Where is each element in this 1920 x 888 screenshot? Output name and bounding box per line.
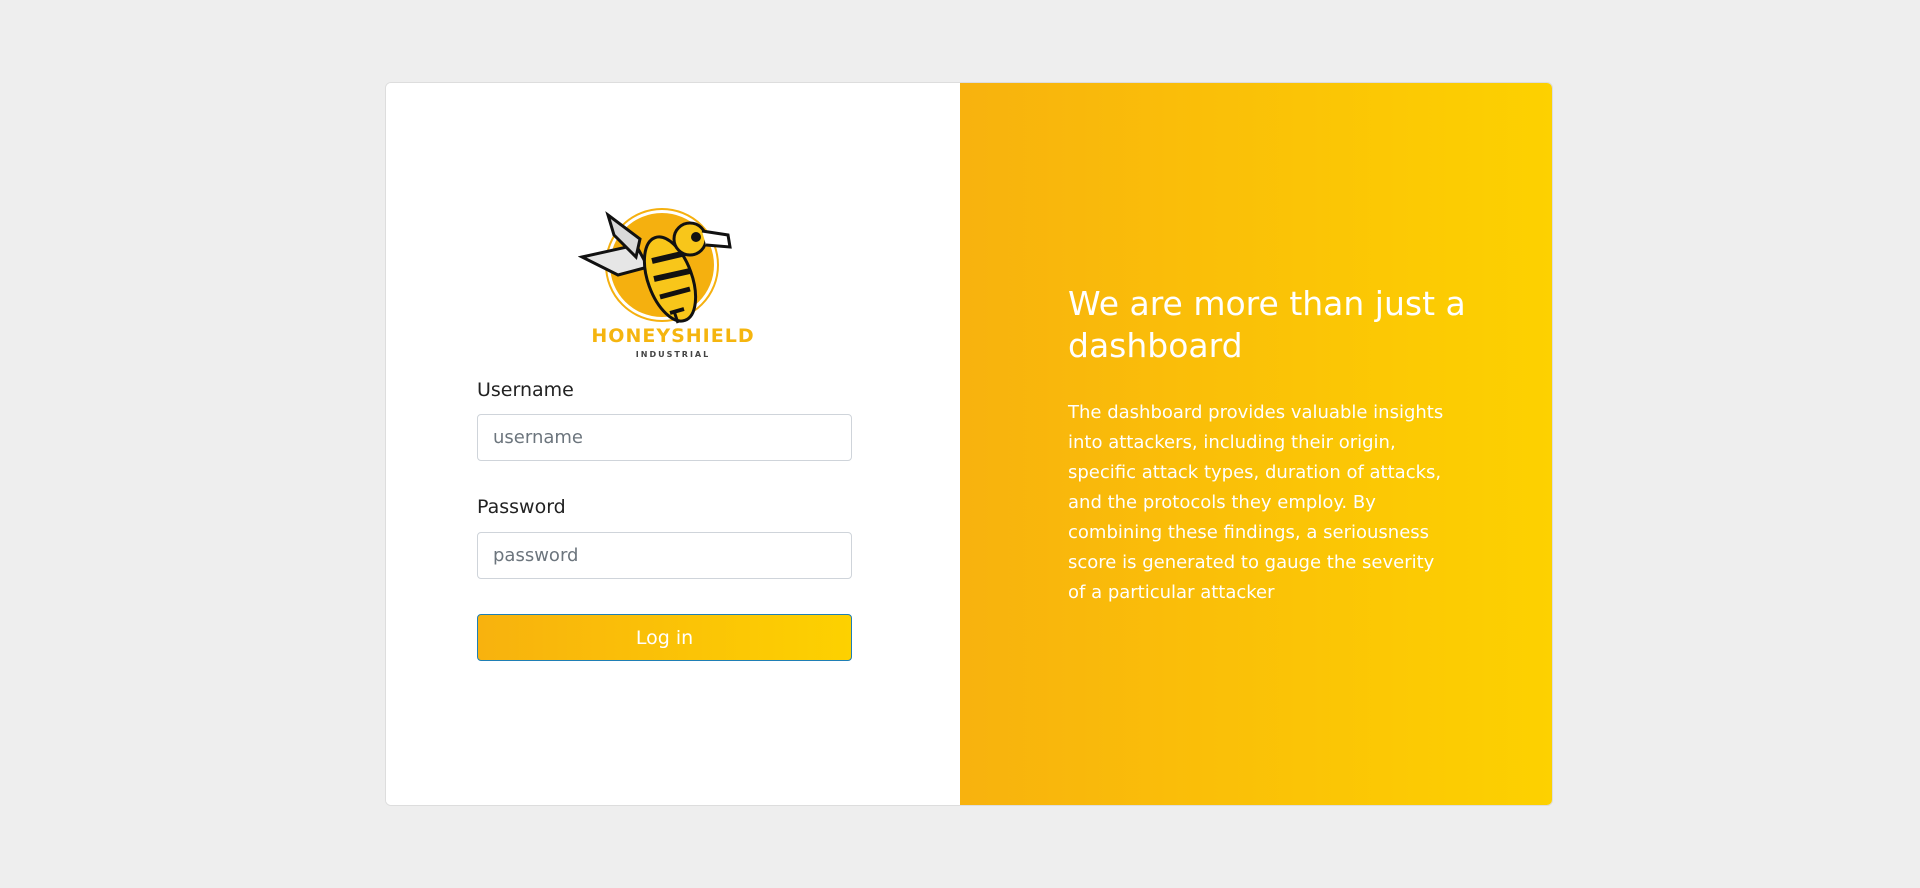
brand-subtitle: INDUSTRIAL xyxy=(635,350,711,359)
login-button[interactable]: Log in xyxy=(477,614,852,661)
promo-body: The dashboard provides valuable insights… xyxy=(1068,402,1444,603)
brand-name: HONEYSHIELD xyxy=(591,325,755,347)
promo-headline: We are more than just a dashboard xyxy=(1068,284,1466,365)
login-panel: HONEYSHIELD INDUSTRIAL Username Password… xyxy=(386,83,960,805)
password-label: Password xyxy=(477,496,566,518)
password-input[interactable] xyxy=(477,532,852,579)
username-input[interactable] xyxy=(477,414,852,461)
username-label: Username xyxy=(477,379,574,401)
promo-panel: We are more than just a dashboard The da… xyxy=(960,83,1552,805)
login-card: HONEYSHIELD INDUSTRIAL Username Password… xyxy=(385,82,1553,806)
